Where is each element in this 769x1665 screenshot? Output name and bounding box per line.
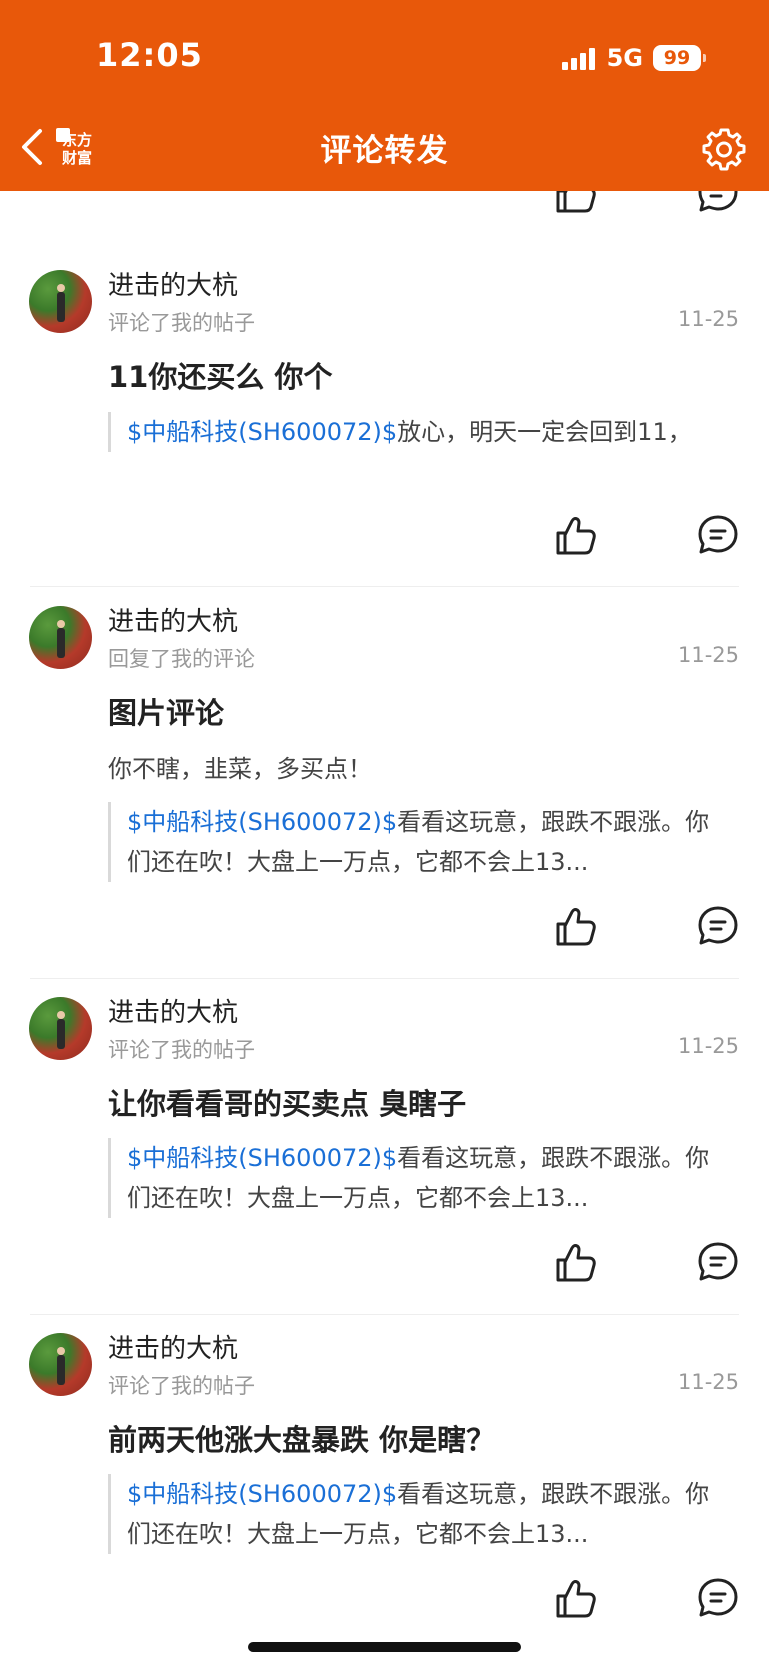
divider: [30, 586, 739, 587]
date: 11-25: [677, 1034, 739, 1058]
thumbs-up-icon: [556, 517, 596, 555]
thumbs-up-icon: [556, 1580, 596, 1618]
like-button[interactable]: [552, 1574, 600, 1622]
comment-text: 让你看看哥的买卖点 臭瞎子: [108, 1087, 467, 1121]
like-button[interactable]: [552, 902, 600, 950]
stock-link[interactable]: $中船科技(SH600072)$: [127, 418, 397, 446]
stock-link[interactable]: $中船科技(SH600072)$: [127, 1480, 397, 1508]
action-text: 评论了我的帖子: [108, 1374, 255, 1398]
chat-bubble-icon: [698, 1578, 738, 1617]
avatar[interactable]: [29, 1333, 92, 1396]
notification-item[interactable]: 进击的大杭 评论了我的帖子 11-25 11你还买么 你个 $中船科技(SH60…: [0, 191, 769, 586]
quoted-text: 放心，明天一定会回到11，: [397, 418, 692, 446]
like-button[interactable]: [552, 1238, 600, 1286]
notification-item[interactable]: 进击的大杭 评论了我的帖子 11-25 让你看看哥的买卖点 臭瞎子 $中船科技(…: [0, 978, 769, 1314]
date: 11-25: [677, 307, 739, 331]
chat-bubble-icon: [698, 906, 738, 945]
username[interactable]: 进击的大杭: [108, 992, 238, 1029]
status-indicators: 5G 99: [561, 40, 706, 76]
quoted-post[interactable]: $中船科技(SH600072)$看看这玩意，跟跌不跟涨。你们还在吹！大盘上一万点…: [108, 1138, 728, 1218]
thumbs-up-icon: [556, 1244, 596, 1282]
reply-text: 你不瞎，韭菜，多买点！: [108, 755, 372, 783]
chat-bubble-icon: [698, 515, 738, 554]
username[interactable]: 进击的大杭: [108, 1328, 238, 1365]
gear-icon: [702, 128, 746, 171]
action-text: 回复了我的评论: [108, 647, 255, 671]
avatar[interactable]: [29, 606, 92, 669]
divider: [30, 978, 739, 979]
thumbs-up-icon: [556, 908, 596, 946]
notification-feed[interactable]: 进击的大杭 评论了我的帖子 11-25 11你还买么 你个 $中船科技(SH60…: [0, 191, 769, 1665]
network-label: 5G: [606, 44, 643, 72]
action-text: 评论了我的帖子: [108, 1038, 255, 1062]
comment-button[interactable]: [694, 511, 742, 559]
status-time: 12:05: [96, 36, 203, 74]
username[interactable]: 进击的大杭: [108, 601, 238, 638]
comment-button[interactable]: [694, 902, 742, 950]
home-indicator[interactable]: [248, 1642, 521, 1652]
battery-icon: 99: [653, 45, 706, 71]
avatar[interactable]: [29, 997, 92, 1060]
quoted-post[interactable]: $中船科技(SH600072)$看看这玩意，跟跌不跟涨。你们还在吹！大盘上一万点…: [108, 802, 728, 882]
like-button[interactable]: [552, 511, 600, 559]
date: 11-25: [677, 1370, 739, 1394]
avatar[interactable]: [29, 270, 92, 333]
notification-item[interactable]: 进击的大杭 评论了我的帖子 11-25 前两天他涨大盘暴跌 你是瞎？ $中船科技…: [0, 1314, 769, 1664]
stock-link[interactable]: $中船科技(SH600072)$: [127, 1144, 397, 1172]
stock-link[interactable]: $中船科技(SH600072)$: [127, 808, 397, 836]
comment-text: 前两天他涨大盘暴跌 你是瞎？: [108, 1423, 496, 1457]
comment-button[interactable]: [694, 1574, 742, 1622]
chat-bubble-icon: [698, 1242, 738, 1281]
comment-text: 图片评论: [108, 696, 225, 730]
notification-item[interactable]: 进击的大杭 回复了我的评论 11-25 图片评论 你不瞎，韭菜，多买点！ $中船…: [0, 586, 769, 978]
action-text: 评论了我的帖子: [108, 311, 255, 335]
page-title: 评论转发: [320, 133, 449, 169]
header: 12:05 5G 99 东方 财富 评论转发: [0, 0, 769, 191]
settings-button[interactable]: [699, 124, 749, 174]
comment-text: 11你还买么 你个: [108, 360, 333, 394]
date: 11-25: [677, 643, 739, 667]
divider: [30, 1314, 739, 1315]
quoted-post[interactable]: $中船科技(SH600072)$看看这玩意，跟跌不跟涨。你们还在吹！大盘上一万点…: [108, 1474, 728, 1554]
quoted-post[interactable]: $中船科技(SH600072)$放心，明天一定会回到11，: [108, 412, 728, 452]
username[interactable]: 进击的大杭: [108, 265, 238, 302]
comment-button[interactable]: [694, 1238, 742, 1286]
app-root: 12:05 5G 99 东方 财富 评论转发 进击的大杭 评论了我的帖子 11-…: [0, 0, 769, 1665]
signal-icon: [561, 46, 595, 70]
